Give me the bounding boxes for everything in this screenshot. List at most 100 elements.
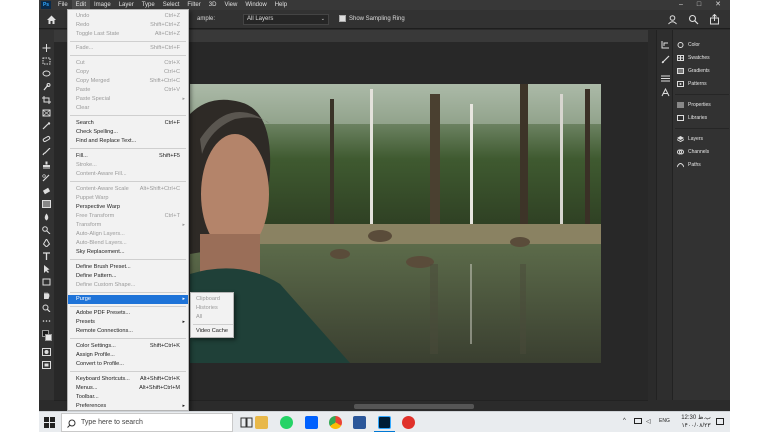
history-brush-tool-icon[interactable] bbox=[42, 174, 51, 182]
menu-item-auto-blend[interactable]: Auto-Blend Layers... bbox=[68, 239, 188, 248]
lasso-tool-icon[interactable] bbox=[42, 70, 51, 78]
submenu-item-all[interactable]: All bbox=[191, 313, 233, 322]
menu-item-sky-replacement[interactable]: Sky Replacement... bbox=[68, 248, 188, 257]
menu-item-search[interactable]: Search Ctrl+F bbox=[68, 119, 188, 128]
language-indicator[interactable]: ENG bbox=[659, 418, 670, 424]
menu-item-define-brush[interactable]: Define Brush Preset... bbox=[68, 263, 188, 272]
panel-properties[interactable]: Properties bbox=[677, 100, 711, 110]
menu-item-undo[interactable]: Undo Ctrl+Z bbox=[68, 12, 188, 21]
clone-stamp-tool-icon[interactable] bbox=[42, 161, 51, 169]
panel-layers[interactable]: Layers bbox=[677, 134, 703, 144]
close-icon[interactable]: ✕ bbox=[709, 0, 727, 10]
menu-item-cut[interactable]: Cut Ctrl+X bbox=[68, 59, 188, 68]
share-icon[interactable] bbox=[709, 14, 720, 25]
type-tool-icon[interactable] bbox=[42, 252, 51, 260]
panel-paths[interactable]: Paths bbox=[677, 160, 701, 170]
healing-brush-tool-icon[interactable] bbox=[42, 135, 51, 143]
menu-item-stroke[interactable]: Stroke... bbox=[68, 161, 188, 170]
menu-item-perspective-warp[interactable]: Perspective Warp bbox=[68, 203, 188, 212]
menu-window[interactable]: Window bbox=[241, 0, 270, 10]
menu-item-menus[interactable]: Menus... Alt+Shift+Ctrl+M bbox=[68, 384, 188, 393]
screen-mode-icon[interactable] bbox=[42, 361, 51, 369]
eyedropper-tool-icon[interactable] bbox=[42, 122, 51, 130]
menu-item-assign-profile[interactable]: Assign Profile... bbox=[68, 351, 188, 360]
menu-item-define-shape[interactable]: Define Custom Shape... bbox=[68, 281, 188, 290]
task-view-icon[interactable] bbox=[240, 416, 253, 429]
more-tools-icon[interactable] bbox=[42, 317, 51, 325]
history-panel-icon[interactable] bbox=[661, 40, 670, 49]
menu-item-define-pattern[interactable]: Define Pattern... bbox=[68, 272, 188, 281]
quick-selection-tool-icon[interactable] bbox=[42, 83, 51, 91]
menu-help[interactable]: Help bbox=[271, 0, 291, 10]
network-icon[interactable] bbox=[634, 418, 642, 425]
menu-item-redo[interactable]: Redo Shift+Ctrl+Z bbox=[68, 21, 188, 30]
user-icon[interactable] bbox=[667, 14, 678, 25]
menu-item-copy-merged[interactable]: Copy Merged Shift+Ctrl+C bbox=[68, 77, 188, 86]
gradient-tool-icon[interactable] bbox=[42, 200, 51, 208]
tray-chevron-icon[interactable]: ^ bbox=[623, 418, 626, 424]
menu-item-clear[interactable]: Clear bbox=[68, 104, 188, 113]
menu-item-presets[interactable]: Presets ▸ bbox=[68, 318, 188, 327]
panel-gradients[interactable]: Gradients bbox=[677, 66, 710, 76]
pen-tool-icon[interactable] bbox=[42, 238, 51, 248]
file-explorer-icon[interactable] bbox=[255, 416, 268, 429]
menu-item-preferences[interactable]: Preferences ▸ bbox=[68, 402, 188, 411]
dropbox-icon[interactable] bbox=[305, 416, 318, 429]
zoom-tool-icon[interactable] bbox=[42, 304, 51, 313]
menu-item-toolbar[interactable]: Toolbar... bbox=[68, 393, 188, 402]
crop-tool-icon[interactable] bbox=[42, 96, 51, 104]
menu-item-pdf-presets[interactable]: Adobe PDF Presets... bbox=[68, 309, 188, 318]
menu-item-copy[interactable]: Copy Ctrl+C bbox=[68, 68, 188, 77]
submenu-item-histories[interactable]: Histories bbox=[191, 304, 233, 313]
character-panel-icon[interactable] bbox=[661, 88, 670, 97]
panel-swatches[interactable]: Swatches bbox=[677, 53, 710, 63]
blur-tool-icon[interactable] bbox=[42, 213, 51, 221]
menu-item-keyboard-shortcuts[interactable]: Keyboard Shortcuts... Alt+Shift+Ctrl+K bbox=[68, 375, 188, 384]
hand-tool-icon[interactable] bbox=[42, 291, 51, 299]
windows-start-icon[interactable] bbox=[44, 417, 55, 428]
show-sampling-ring-checkbox[interactable] bbox=[339, 15, 346, 22]
menu-item-purge[interactable]: Purge ▸ bbox=[68, 295, 188, 304]
adjustments-panel-icon[interactable] bbox=[661, 74, 670, 83]
menu-3d[interactable]: 3D bbox=[205, 0, 221, 10]
menu-item-toggle-last-state[interactable]: Toggle Last State Alt+Ctrl+Z bbox=[68, 30, 188, 39]
menu-item-transform[interactable]: Transform ▸ bbox=[68, 221, 188, 230]
menu-item-find-replace[interactable]: Find and Replace Text... bbox=[68, 137, 188, 146]
menu-item-fade[interactable]: Fade... Shift+Ctrl+F bbox=[68, 44, 188, 53]
panel-patterns[interactable]: Patterns bbox=[677, 79, 707, 89]
frame-tool-icon[interactable] bbox=[42, 109, 51, 117]
panel-color[interactable]: Color bbox=[677, 40, 700, 50]
menu-item-paste[interactable]: Paste Ctrl+V bbox=[68, 86, 188, 95]
menu-item-fill[interactable]: Fill... Shift+F5 bbox=[68, 152, 188, 161]
system-clock[interactable]: 12:30 ب.ظ ۱۴۰۰/۰۸/۲۳ bbox=[679, 414, 713, 430]
quick-mask-icon[interactable] bbox=[42, 348, 51, 356]
submenu-item-clipboard[interactable]: Clipboard bbox=[191, 295, 233, 304]
menu-item-content-aware-scale[interactable]: Content-Aware Scale Alt+Shift+Ctrl+C bbox=[68, 185, 188, 194]
menu-item-remote-connections[interactable]: Remote Connections... bbox=[68, 327, 188, 336]
move-tool-icon[interactable] bbox=[42, 44, 51, 52]
whatsapp-icon[interactable] bbox=[280, 416, 293, 429]
menu-item-paste-special[interactable]: Paste Special ▸ bbox=[68, 95, 188, 104]
sample-select[interactable]: All Layers ⌄ bbox=[243, 14, 329, 25]
search-icon[interactable] bbox=[688, 14, 699, 25]
menu-view[interactable]: View bbox=[220, 0, 241, 10]
brush-settings-panel-icon[interactable] bbox=[661, 55, 670, 64]
menu-item-color-settings[interactable]: Color Settings... Shift+Ctrl+K bbox=[68, 342, 188, 351]
menu-item-puppet-warp[interactable]: Puppet Warp bbox=[68, 194, 188, 203]
chrome-icon[interactable] bbox=[329, 416, 342, 429]
panel-libraries[interactable]: Libraries bbox=[677, 113, 707, 123]
maximize-icon[interactable]: □ bbox=[690, 0, 708, 10]
taskbar-search-box[interactable]: Type here to search bbox=[61, 413, 233, 432]
menu-item-convert-profile[interactable]: Convert to Profile... bbox=[68, 360, 188, 369]
minimize-icon[interactable]: – bbox=[672, 0, 690, 10]
marquee-tool-icon[interactable] bbox=[42, 57, 51, 65]
menu-item-free-transform[interactable]: Free Transform Ctrl+T bbox=[68, 212, 188, 221]
panel-channels[interactable]: Channels bbox=[677, 147, 709, 157]
word-icon[interactable] bbox=[353, 416, 366, 429]
rectangle-tool-icon[interactable] bbox=[42, 278, 51, 286]
dodge-tool-icon[interactable] bbox=[42, 226, 51, 235]
menu-item-check-spelling[interactable]: Check Spelling... bbox=[68, 128, 188, 137]
home-icon[interactable] bbox=[46, 14, 57, 25]
eraser-tool-icon[interactable] bbox=[42, 187, 51, 195]
canvas-image[interactable] bbox=[190, 84, 601, 363]
